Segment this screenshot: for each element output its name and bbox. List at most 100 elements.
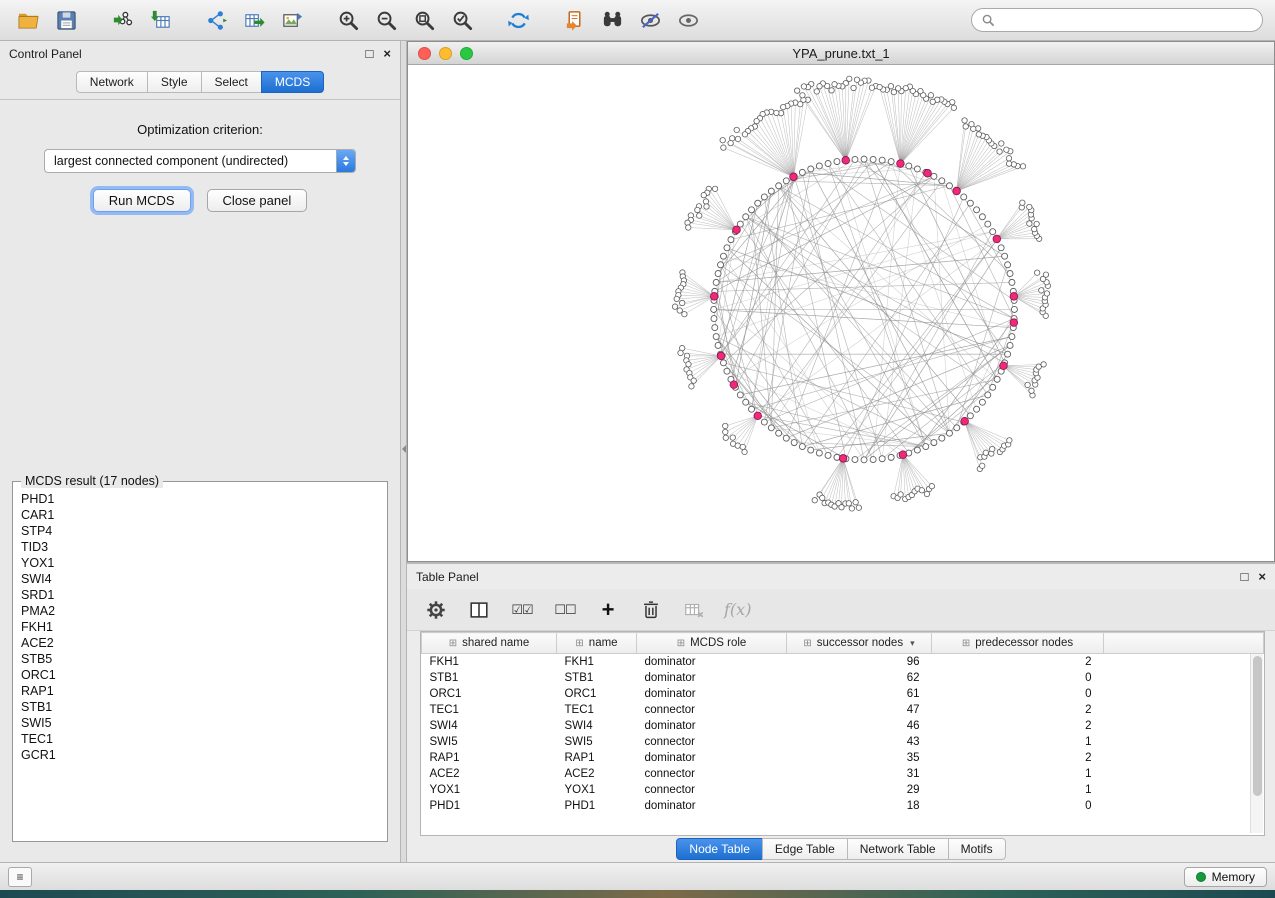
export-table-icon[interactable] bbox=[238, 4, 270, 36]
application-window: Control Panel □ × NetworkStyleSelectMCDS… bbox=[0, 0, 1275, 890]
table-tab-network-table[interactable]: Network Table bbox=[847, 838, 949, 860]
run-mcds-button[interactable]: Run MCDS bbox=[93, 189, 191, 212]
open-file-icon[interactable] bbox=[12, 4, 44, 36]
table-row[interactable]: ORC1ORC1dominator610 bbox=[422, 686, 1264, 702]
add-column-icon[interactable]: + bbox=[595, 595, 621, 625]
mcds-result-item[interactable]: RAP1 bbox=[21, 683, 379, 699]
window-minimize-icon[interactable] bbox=[439, 47, 452, 60]
splitter-collapse-icon[interactable] bbox=[402, 445, 406, 453]
table-row[interactable]: SWI4SWI4dominator462 bbox=[422, 718, 1264, 734]
hide-selected-icon[interactable] bbox=[634, 4, 666, 36]
window-close-icon[interactable] bbox=[418, 47, 431, 60]
table-scrollbar[interactable] bbox=[1250, 654, 1263, 833]
close-panel-button[interactable]: Close panel bbox=[207, 189, 308, 212]
deselect-all-icon[interactable]: ☐☐ bbox=[552, 595, 578, 625]
tab-select[interactable]: Select bbox=[201, 71, 262, 93]
show-columns-icon[interactable] bbox=[466, 595, 492, 625]
mcds-result-item[interactable]: STB5 bbox=[21, 651, 379, 667]
column-header-shared-name[interactable]: ⊞shared name bbox=[422, 633, 557, 654]
mcds-result-item[interactable]: GCR1 bbox=[21, 747, 379, 763]
search-network-icon[interactable] bbox=[596, 4, 628, 36]
mcds-result-item[interactable]: SRD1 bbox=[21, 587, 379, 603]
column-header-name[interactable]: ⊞name bbox=[557, 633, 637, 654]
delete-column-icon[interactable] bbox=[638, 595, 664, 625]
mcds-result-item[interactable]: STP4 bbox=[21, 523, 379, 539]
mcds-result-item[interactable]: STB1 bbox=[21, 699, 379, 715]
mcds-result-fieldset: MCDS result (17 nodes) PHD1CAR1STP4TID3Y… bbox=[12, 474, 388, 842]
control-panel-tabbar: NetworkStyleSelectMCDS bbox=[0, 66, 400, 100]
network-canvas[interactable] bbox=[408, 65, 1274, 561]
control-panel: Control Panel □ × NetworkStyleSelectMCDS… bbox=[0, 41, 400, 862]
main-toolbar bbox=[0, 0, 1275, 41]
zoom-in-icon[interactable] bbox=[332, 4, 364, 36]
mcds-result-list: PHD1CAR1STP4TID3YOX1SWI4SRD1PMA2FKH1ACE2… bbox=[21, 491, 379, 763]
search-input[interactable] bbox=[1001, 13, 1252, 27]
table-row[interactable]: PHD1PHD1dominator180 bbox=[422, 798, 1264, 814]
table-tabbar: Node TableEdge TableNetwork TableMotifs bbox=[407, 836, 1275, 862]
mcds-result-item[interactable]: YOX1 bbox=[21, 555, 379, 571]
table-panel-title: Table Panel bbox=[416, 570, 479, 584]
column-grid-icon: ⊞ bbox=[803, 638, 811, 649]
tab-style[interactable]: Style bbox=[147, 71, 202, 93]
table-scrollbar-thumb[interactable] bbox=[1253, 656, 1262, 796]
criterion-select[interactable]: largest connected component (undirected) bbox=[44, 149, 356, 173]
mcds-result-item[interactable]: CAR1 bbox=[21, 507, 379, 523]
table-tab-node-table[interactable]: Node Table bbox=[676, 838, 763, 860]
column-header-predecessor-nodes[interactable]: ⊞predecessor nodes bbox=[932, 633, 1104, 654]
node-table-header-row: ⊞shared name⊞name⊞MCDS role⊞successor no… bbox=[422, 633, 1264, 654]
mcds-result-item[interactable]: FKH1 bbox=[21, 619, 379, 635]
export-image-icon[interactable] bbox=[276, 4, 308, 36]
mcds-result-item[interactable]: PMA2 bbox=[21, 603, 379, 619]
mcds-panel-content: Optimization criterion: largest connecte… bbox=[0, 100, 400, 862]
zoom-fit-icon[interactable] bbox=[408, 4, 440, 36]
export-document-icon[interactable] bbox=[558, 4, 590, 36]
network-view bbox=[408, 65, 1274, 561]
mcds-result-item[interactable]: TID3 bbox=[21, 539, 379, 555]
import-network-icon[interactable] bbox=[106, 4, 138, 36]
refresh-layout-icon[interactable] bbox=[502, 4, 534, 36]
mcds-result-item[interactable]: SWI4 bbox=[21, 571, 379, 587]
memory-button[interactable]: Memory bbox=[1184, 867, 1267, 887]
close-table-panel-icon[interactable]: × bbox=[1258, 570, 1266, 583]
column-header-MCDS-role[interactable]: ⊞MCDS role bbox=[637, 633, 787, 654]
search-box[interactable] bbox=[971, 8, 1263, 32]
criterion-selected-value: largest connected component (undirected) bbox=[45, 154, 336, 168]
table-row[interactable]: RAP1RAP1dominator352 bbox=[422, 750, 1264, 766]
tab-mcds[interactable]: MCDS bbox=[261, 71, 324, 93]
save-session-icon[interactable] bbox=[50, 4, 82, 36]
close-panel-icon[interactable]: × bbox=[383, 47, 391, 60]
table-row[interactable]: TEC1TEC1connector472 bbox=[422, 702, 1264, 718]
mcds-result-item[interactable]: PHD1 bbox=[21, 491, 379, 507]
show-all-icon[interactable] bbox=[672, 4, 704, 36]
column-header-successor-nodes[interactable]: ⊞successor nodes▾ bbox=[787, 633, 932, 654]
status-menu-icon[interactable]: ≡ bbox=[8, 867, 32, 887]
table-tab-motifs[interactable]: Motifs bbox=[948, 838, 1006, 860]
zoom-out-icon[interactable] bbox=[370, 4, 402, 36]
mcds-result-item[interactable]: TEC1 bbox=[21, 731, 379, 747]
export-network-icon[interactable] bbox=[200, 4, 232, 36]
column-grid-icon: ⊞ bbox=[575, 638, 583, 649]
control-panel-title: Control Panel bbox=[9, 47, 82, 61]
table-row[interactable]: SWI5SWI5connector431 bbox=[422, 734, 1264, 750]
table-row[interactable]: YOX1YOX1connector291 bbox=[422, 782, 1264, 798]
import-table-icon[interactable] bbox=[144, 4, 176, 36]
zoom-selected-icon[interactable] bbox=[446, 4, 478, 36]
mcds-result-item[interactable]: SWI5 bbox=[21, 715, 379, 731]
table-row[interactable]: FKH1FKH1dominator962 bbox=[422, 654, 1264, 671]
mcds-result-item[interactable]: ACE2 bbox=[21, 635, 379, 651]
search-icon bbox=[982, 14, 995, 27]
window-zoom-icon[interactable] bbox=[460, 47, 473, 60]
panel-splitter[interactable] bbox=[400, 41, 407, 862]
table-row[interactable]: STB1STB1dominator620 bbox=[422, 670, 1264, 686]
float-table-panel-icon[interactable]: □ bbox=[1241, 570, 1249, 583]
float-panel-icon[interactable]: □ bbox=[366, 47, 374, 60]
control-panel-header: Control Panel □ × bbox=[0, 41, 400, 66]
select-all-icon[interactable]: ☑☑ bbox=[509, 595, 535, 625]
desktop-wallpaper-strip bbox=[0, 890, 1275, 898]
network-window-title: YPA_prune.txt_1 bbox=[792, 46, 889, 61]
tab-network[interactable]: Network bbox=[76, 71, 148, 93]
table-row[interactable]: ACE2ACE2connector311 bbox=[422, 766, 1264, 782]
table-tab-edge-table[interactable]: Edge Table bbox=[762, 838, 848, 860]
mcds-result-item[interactable]: ORC1 bbox=[21, 667, 379, 683]
table-settings-gear-icon[interactable] bbox=[423, 595, 449, 625]
